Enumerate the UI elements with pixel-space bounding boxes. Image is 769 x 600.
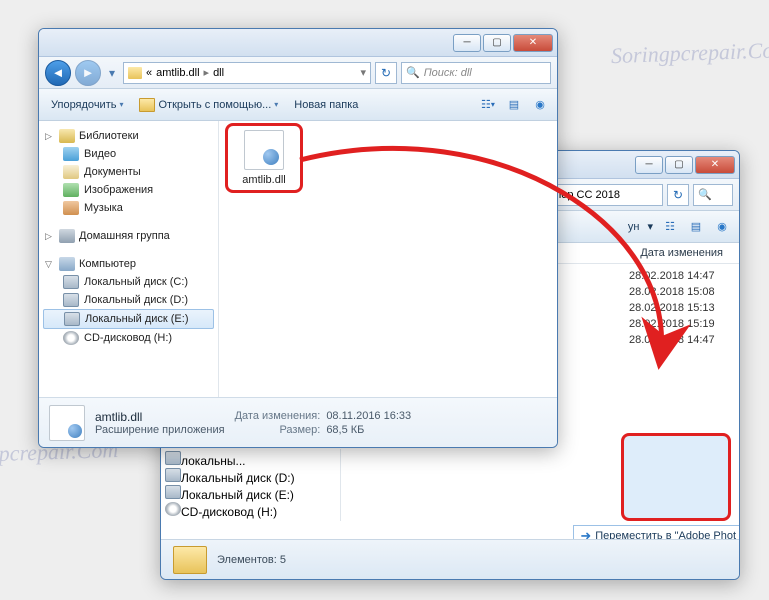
breadcrumb-item[interactable]: dll [213,67,224,79]
folder-icon [128,67,142,79]
details-modified-value: 08.11.2016 16:33 [326,410,411,422]
help-icon[interactable]: ◉ [531,96,549,114]
forward-button[interactable]: ► [75,60,101,86]
libraries-icon [59,129,75,143]
breadcrumb-prefix: « [146,67,152,79]
details-filetype: Расширение приложения [95,424,225,436]
details-modified-label: Дата изменения: [235,410,321,422]
file-view[interactable]: amtlib.dll [219,121,557,397]
sidebar-item-music[interactable]: Музыка [43,199,214,217]
video-icon [63,147,79,161]
navigation-sidebar: ▷Библиотеки Видео Документы Изображения … [39,121,219,397]
move-tooltip: ➜ Переместить в "Adobe Phot [573,525,739,539]
toolbar-text: ун [628,221,640,233]
maximize-button[interactable]: ▢ [483,34,511,52]
drive-icon [165,468,181,482]
open-icon [139,98,155,112]
move-arrow-icon: ➜ [580,528,591,539]
sidebar-item-drive-h[interactable]: CD-дисковод (H:) [165,502,336,519]
homegroup-icon [59,229,75,243]
details-size-value: 68,5 КБ [326,424,411,436]
document-icon [63,165,79,179]
chevron-right-icon: ▸ [204,66,210,79]
maximize-button[interactable]: ▢ [665,156,693,174]
cd-icon [63,331,79,345]
close-button[interactable]: ✕ [513,34,553,52]
dll-file-icon [244,130,284,170]
sidebar-item-drive-c[interactable]: Локальный диск (C:) [43,273,214,291]
cd-icon [165,502,181,516]
titlebar[interactable]: ─ ▢ ✕ [39,29,557,57]
sidebar-item-drive-e[interactable]: Локальный диск (E:) [165,485,336,502]
address-bar[interactable]: « amtlib.dll ▸ dll ▾ [123,62,371,84]
navbar: ◄ ► ▾ « amtlib.dll ▸ dll ▾ ↻ 🔍 Поиск: dl… [39,57,557,89]
sidebar-group-computer[interactable]: ▽Компьютер [43,255,214,273]
drive-icon [63,293,79,307]
refresh-button[interactable]: ↻ [667,184,689,206]
folder-icon [173,546,207,574]
sidebar-group-libraries[interactable]: ▷Библиотеки [43,127,214,145]
sidebar-group-homegroup[interactable]: ▷Домашняя группа [43,227,214,245]
sidebar-item-videos[interactable]: Видео [43,145,214,163]
close-button[interactable]: ✕ [695,156,735,174]
details-size-label: Размер: [235,424,321,436]
details-filename: amtlib.dll [95,410,225,424]
search-icon: 🔍 [406,66,420,79]
view-layout-icon[interactable]: ☷ [661,218,679,236]
drive-icon [165,451,181,465]
back-button[interactable]: ◄ [45,60,71,86]
status-bar: Элементов: 5 [161,539,739,579]
preview-pane-icon[interactable]: ▤ [505,96,523,114]
file-label: amtlib.dll [242,174,285,186]
search-icon: 🔍 [698,188,712,201]
sidebar-partial: локальны... Локальный диск (D:) Локальны… [161,449,341,521]
search-input[interactable]: 🔍 [693,184,733,206]
pictures-icon [63,183,79,197]
dll-file-icon [49,405,85,441]
view-layout-icon[interactable]: ☷ ▾ [479,96,497,114]
item-count: Элементов: 5 [217,554,286,566]
view-options-icon[interactable]: ▤ [687,218,705,236]
details-pane: amtlib.dll Расширение приложения Дата из… [39,397,557,447]
open-with-menu[interactable]: Открыть с помощью...▾ [135,96,282,114]
dropdown-icon[interactable]: ▾ [360,66,366,79]
sidebar-item-drive-e[interactable]: Локальный диск (E:) [43,309,214,329]
drive-icon [64,312,80,326]
history-dropdown[interactable]: ▾ [105,63,119,83]
refresh-button[interactable]: ↻ [375,62,397,84]
breadcrumb-item[interactable]: amtlib.dll [156,67,199,79]
sidebar-item-drive-h[interactable]: CD-дисковод (H:) [43,329,214,347]
minimize-button[interactable]: ─ [453,34,481,52]
computer-icon [59,257,75,271]
minimize-button[interactable]: ─ [635,156,663,174]
search-input[interactable]: 🔍 Поиск: dll [401,62,551,84]
sidebar-item-drive-d[interactable]: Локальный диск (D:) [165,468,336,485]
drive-icon [63,275,79,289]
help-icon[interactable]: ◉ [713,218,731,236]
col-modified[interactable]: Дата изменения [632,247,731,259]
sidebar-item-pictures[interactable]: Изображения [43,181,214,199]
toolbar: Упорядочить▾ Открыть с помощью...▾ Новая… [39,89,557,121]
drive-icon [165,485,181,499]
file-amtlib-dll[interactable]: amtlib.dll [225,123,303,193]
sidebar-item-documents[interactable]: Документы [43,163,214,181]
new-folder-button[interactable]: Новая папка [290,97,362,113]
sidebar-item-drive-d[interactable]: Локальный диск (D:) [43,291,214,309]
music-icon [63,201,79,215]
organize-menu[interactable]: Упорядочить▾ [47,97,127,113]
drop-target-highlight [621,433,731,521]
explorer-window-source: ─ ▢ ✕ ◄ ► ▾ « amtlib.dll ▸ dll ▾ ↻ 🔍 Пои… [38,28,558,448]
watermark: Soringpcrepair.Com [610,37,769,69]
sidebar-item-drive[interactable]: локальны... [165,451,336,468]
